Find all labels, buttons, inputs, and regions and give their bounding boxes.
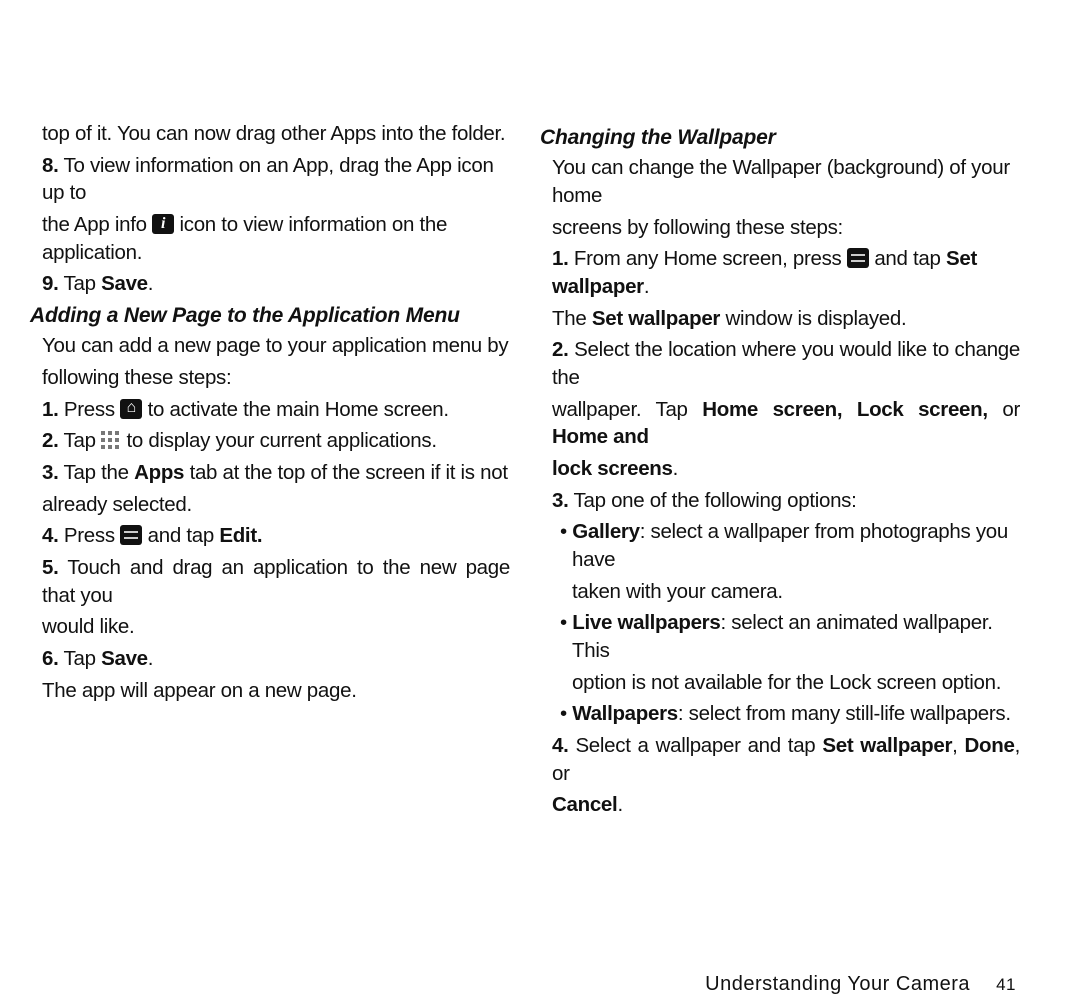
wp-step-3: 3. Tap one of the following options: — [540, 487, 1020, 515]
step-9: 9. Tap Save. — [30, 270, 510, 298]
manual-page: top of it. You can now drag other Apps i… — [0, 0, 1080, 834]
add-step-6: 6. Tap Save. — [30, 645, 510, 673]
folder-drag-text: top of it. You can now drag other Apps i… — [30, 120, 510, 148]
add-step-5: 5. Touch and drag an application to the … — [30, 554, 510, 609]
step-8: 8. To view information on an App, drag t… — [30, 152, 510, 207]
wp-step-2: 2. Select the location where you would l… — [540, 336, 1020, 391]
add-step-4: 4. Press and tap Edit. — [30, 522, 510, 550]
menu-icon — [847, 248, 869, 268]
left-column: top of it. You can now drag other Apps i… — [30, 120, 510, 823]
footer-title: Understanding Your Camera — [705, 973, 970, 995]
subhead-adding-page: Adding a New Page to the Application Men… — [30, 302, 510, 330]
wp-step-4b: Cancel. — [540, 791, 1020, 819]
opt-live-b: option is not available for the Lock scr… — [560, 669, 1020, 697]
add-step-3b: already selected. — [30, 491, 510, 519]
wp-options-list: • Gallery: select a wallpaper from photo… — [540, 518, 1020, 728]
opt-wallpapers: • Wallpapers: select from many still-lif… — [560, 700, 1020, 728]
wp-intro-1: You can change the Wallpaper (background… — [540, 154, 1020, 209]
menu-icon — [120, 525, 142, 545]
wp-intro-2: screens by following these steps: — [540, 214, 1020, 242]
add-step-5b: would like. — [30, 613, 510, 641]
opt-gallery: • Gallery: select a wallpaper from photo… — [560, 518, 1020, 573]
add-step-3: 3. Tap the Apps tab at the top of the sc… — [30, 459, 510, 487]
step-8-line2: the App info icon to view information on… — [30, 211, 510, 266]
adding-intro-2: following these steps: — [30, 364, 510, 392]
wp-step-1: 1. From any Home screen, press and tap S… — [540, 245, 1020, 300]
opt-gallery-b: taken with your camera. — [560, 578, 1020, 606]
page-number: 41 — [996, 975, 1016, 994]
wp-step-4: 4. Select a wallpaper and tap Set wallpa… — [540, 732, 1020, 787]
info-icon — [152, 214, 174, 234]
adding-intro-1: You can add a new page to your applicati… — [30, 332, 510, 360]
right-column: Changing the Wallpaper You can change th… — [540, 120, 1020, 823]
add-step-6b: The app will appear on a new page. — [30, 677, 510, 705]
opt-live: • Live wallpapers: select an animated wa… — [560, 609, 1020, 664]
apps-grid-icon — [101, 431, 121, 449]
wp-step-2b: wallpaper. Tap Home screen, Lock screen,… — [540, 396, 1020, 451]
add-step-1: 1. Press to activate the main Home scree… — [30, 396, 510, 424]
add-step-2: 2. Tap to display your current applicati… — [30, 427, 510, 455]
page-footer: Understanding Your Camera 41 — [30, 823, 1020, 996]
home-icon — [120, 399, 142, 419]
wp-step-2c: lock screens. — [540, 455, 1020, 483]
subhead-wallpaper: Changing the Wallpaper — [540, 124, 1020, 152]
wp-step-1b: The Set wallpaper window is displayed. — [540, 305, 1020, 333]
